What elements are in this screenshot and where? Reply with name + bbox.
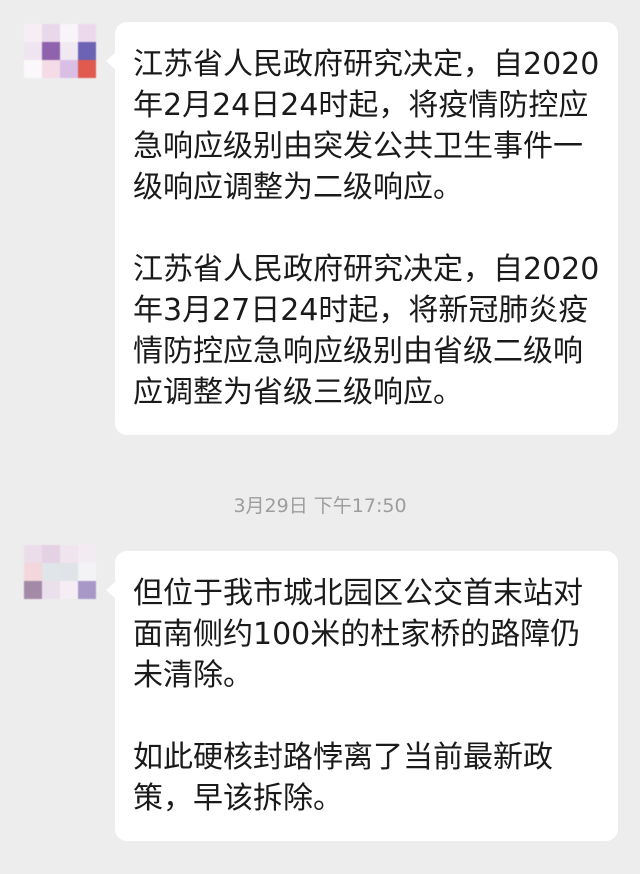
timestamp: 3月29日 下午17:50 <box>233 495 407 517</box>
message-paragraph: 如此硬核封路悖离了当前最新政策，早该拆除。 <box>133 740 553 816</box>
message-bubble[interactable]: 江苏省人民政府研究决定，自2020年2月24日24时起，将疫情防控应急响应级别由… <box>106 22 618 435</box>
message-bubble[interactable]: 但位于我市城北园区公交首末站对面南侧约100米的杜家桥的路障仍未清除。 如此硬核… <box>106 551 618 841</box>
message-paragraph: 江苏省人民政府研究决定，自2020年2月24日24时起，将疫情防控应急响应级别由… <box>133 47 600 205</box>
avatar[interactable] <box>24 24 96 96</box>
message-paragraph: 但位于我市城北园区公交首末站对面南侧约100米的杜家桥的路障仍未清除。 <box>133 576 583 693</box>
avatar[interactable] <box>24 545 96 617</box>
message-paragraph: 江苏省人民政府研究决定，自2020年3月27日24时起，将新冠肺炎疫情防控应急响… <box>133 252 600 410</box>
